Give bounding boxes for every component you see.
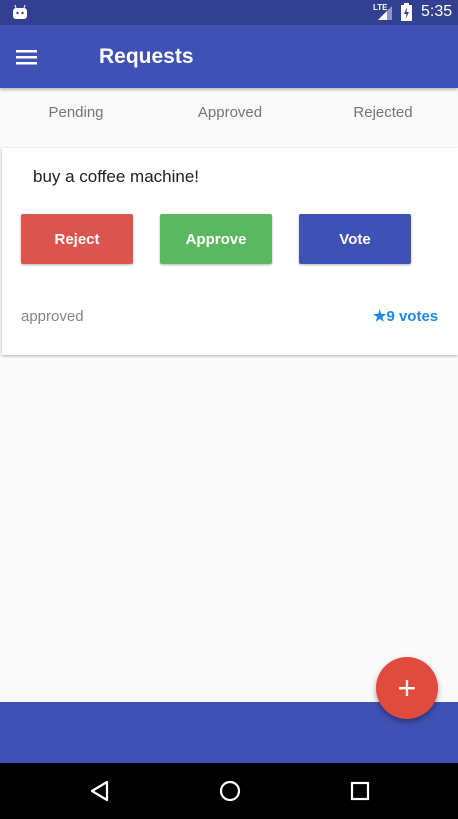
star-icon: ★	[373, 308, 387, 325]
request-card: buy a coffee machine! Reject Approve Vot…	[2, 148, 458, 355]
home-icon[interactable]	[219, 780, 241, 802]
request-title: buy a coffee machine!	[33, 167, 200, 186]
navigation-bar	[0, 763, 458, 819]
tab-pending[interactable]: Pending	[1, 104, 151, 121]
add-request-button[interactable]: +	[376, 657, 438, 719]
battery-charging-icon	[401, 3, 412, 21]
page-title: Requests	[99, 45, 194, 68]
approve-button[interactable]: Approve	[160, 214, 272, 264]
vote-button[interactable]: Vote	[299, 214, 411, 264]
status-bar: LTE 5:35	[0, 0, 458, 25]
menu-icon[interactable]	[16, 49, 37, 65]
app-bar: Requests	[0, 25, 458, 88]
reject-button[interactable]: Reject	[21, 214, 133, 264]
request-status: approved	[21, 308, 84, 325]
back-icon[interactable]	[90, 780, 110, 802]
tab-approved[interactable]: Approved	[155, 104, 305, 121]
android-notification-icon	[13, 4, 27, 19]
signal-icon	[378, 6, 392, 20]
votes-link[interactable]: ★9 votes	[373, 307, 438, 325]
clock: 5:35	[421, 3, 453, 20]
votes-count: 9 votes	[386, 308, 439, 325]
tab-rejected[interactable]: Rejected	[308, 104, 458, 121]
recents-icon[interactable]	[350, 781, 370, 801]
